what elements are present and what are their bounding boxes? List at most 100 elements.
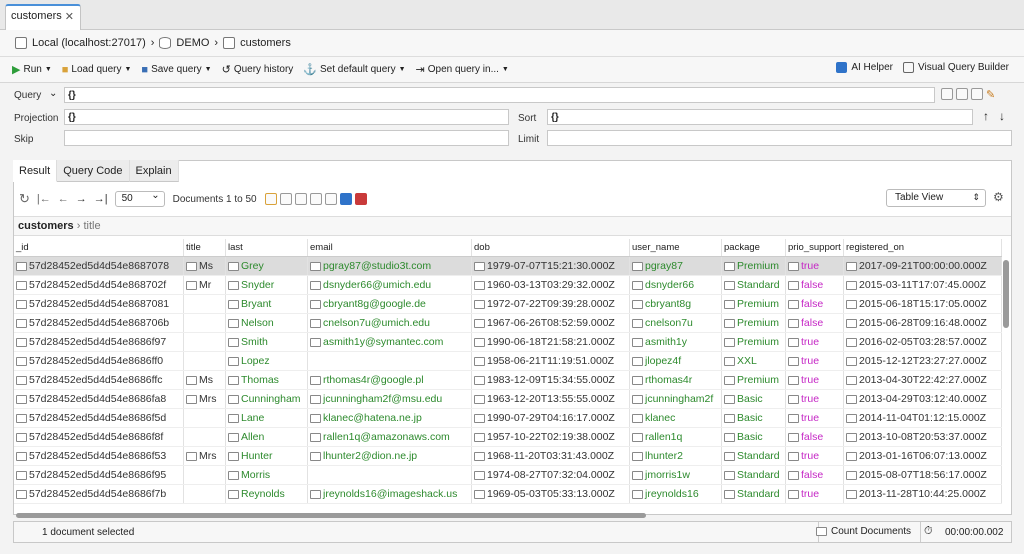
commit-icon[interactable] xyxy=(339,193,352,205)
table-cell-dob[interactable]: 1963-12-20T13:55:55.000Z xyxy=(472,390,630,408)
table-cell-last[interactable]: Cunningham xyxy=(226,390,308,408)
add-document-icon[interactable] xyxy=(279,193,292,205)
table-cell-last[interactable]: Thomas xyxy=(226,371,308,389)
table-cell-id[interactable]: 57d28452ed5d4d54e8686f97 xyxy=(14,333,184,351)
table-cell-priosupport[interactable]: false xyxy=(786,295,844,313)
table-row[interactable]: 57d28452ed5d4d54e8686f5d Lane klanec@haten… xyxy=(14,409,1002,428)
table-cell-id[interactable]: 57d28452ed5d4d54e8686f8f xyxy=(14,428,184,446)
table-cell-dob[interactable]: 1957-10-22T02:19:38.000Z xyxy=(472,428,630,446)
refresh-icon[interactable]: ↻ xyxy=(19,191,30,207)
table-cell-registeredon[interactable]: 2013-10-08T20:53:37.000Z xyxy=(844,428,1002,446)
breadcrumb-connection[interactable]: Local (localhost:27017) xyxy=(32,37,146,49)
table-cell-username[interactable]: cbryant8g xyxy=(630,295,722,313)
table-cell-id[interactable]: 57d28452ed5d4d54e8687081 xyxy=(14,295,184,313)
table-cell-email[interactable]: cnelson7u@umich.edu xyxy=(308,314,472,332)
visual-query-builder-button[interactable]: Visual Query Builder xyxy=(903,62,1009,73)
table-cell-email[interactable]: jcunningham2f@msu.edu xyxy=(308,390,472,408)
first-page-icon[interactable]: |← xyxy=(37,193,51,205)
table-cell-package[interactable]: Premium xyxy=(722,295,786,313)
table-cell-registeredon[interactable]: 2015-12-12T23:27:27.000Z xyxy=(844,352,1002,370)
ai-helper-button[interactable]: AI Helper xyxy=(836,62,893,73)
table-cell-package[interactable]: Premium xyxy=(722,333,786,351)
table-cell-email[interactable]: klanec@hatena.ne.jp xyxy=(308,409,472,427)
table-cell-priosupport[interactable]: true xyxy=(786,390,844,408)
table-cell-username[interactable]: cnelson7u xyxy=(630,314,722,332)
set-default-query-button[interactable]: ⚓ Set default query ▼ xyxy=(303,63,405,76)
sort-input[interactable]: {} xyxy=(547,109,973,125)
table-cell-username[interactable]: rallen1q xyxy=(630,428,722,446)
column-header[interactable]: last xyxy=(226,239,308,256)
table-cell-username[interactable]: dsnyder66 xyxy=(630,276,722,294)
column-header[interactable]: prio_support xyxy=(786,239,844,256)
table-cell-priosupport[interactable]: true xyxy=(786,371,844,389)
table-cell-email[interactable]: rallen1q@amazonaws.com xyxy=(308,428,472,446)
table-cell-email[interactable]: dsnyder66@umich.edu xyxy=(308,276,472,294)
table-cell-title[interactable] xyxy=(184,409,226,427)
table-cell-username[interactable]: jlopez4f xyxy=(630,352,722,370)
query-history-button[interactable]: ↺ Query history xyxy=(222,63,294,76)
settings-icon[interactable] xyxy=(971,88,983,100)
open-query-in-button[interactable]: ⇥ Open query in... ▼ xyxy=(416,63,509,76)
chevron-down-icon[interactable]: ⌄ xyxy=(49,88,57,99)
tab-result[interactable]: Result xyxy=(13,160,58,182)
table-cell-registeredon[interactable]: 2017-09-21T00:00:00.000Z xyxy=(844,257,1002,275)
table-cell-title[interactable] xyxy=(184,314,226,332)
load-query-button[interactable]: ■ Load query ▼ xyxy=(62,64,132,76)
table-cell-priosupport[interactable]: false xyxy=(786,466,844,484)
sort-ascending-icon[interactable]: ↑ xyxy=(983,109,989,123)
table-cell-priosupport[interactable]: false xyxy=(786,276,844,294)
table-cell-priosupport[interactable]: false xyxy=(786,314,844,332)
table-cell-dob[interactable]: 1972-07-22T09:39:28.000Z xyxy=(472,295,630,313)
table-cell-priosupport[interactable]: false xyxy=(786,428,844,446)
table-cell-dob[interactable]: 1979-07-07T15:21:30.000Z xyxy=(472,257,630,275)
table-cell-title[interactable] xyxy=(184,333,226,351)
table-row[interactable]: 57d28452ed5d4d54e8686ff0 Lopez 1958-06-21T… xyxy=(14,352,1002,371)
table-cell-username[interactable]: rthomas4r xyxy=(630,371,722,389)
delete-icon[interactable] xyxy=(354,193,367,205)
table-cell-email[interactable]: jreynolds16@imageshack.us xyxy=(308,485,472,503)
table-cell-last[interactable]: Snyder xyxy=(226,276,308,294)
table-cell-dob[interactable]: 1960-03-13T03:29:32.000Z xyxy=(472,276,630,294)
table-row[interactable]: 57d28452ed5d4d54e8686f97 Smith asmith1y@sy… xyxy=(14,333,1002,352)
table-cell-id[interactable]: 57d28452ed5d4d54e8686f53 xyxy=(14,447,184,465)
skip-input[interactable] xyxy=(64,130,509,146)
table-cell-id[interactable]: 57d28452ed5d4d54e8687078 xyxy=(14,257,184,275)
table-cell-title[interactable]: Mrs xyxy=(184,447,226,465)
table-cell-username[interactable]: jcunningham2f xyxy=(630,390,722,408)
table-cell-registeredon[interactable]: 2014-11-04T01:12:15.000Z xyxy=(844,409,1002,427)
last-page-icon[interactable]: →| xyxy=(94,193,108,205)
table-cell-package[interactable]: Standard xyxy=(722,485,786,503)
column-header[interactable]: user_name xyxy=(630,239,722,256)
limit-input[interactable] xyxy=(547,130,1012,146)
table-cell-id[interactable]: 57d28452ed5d4d54e8686ffc xyxy=(14,371,184,389)
table-cell-last[interactable]: Lane xyxy=(226,409,308,427)
table-cell-title[interactable]: Ms xyxy=(184,371,226,389)
table-cell-email[interactable]: asmith1y@symantec.com xyxy=(308,333,472,351)
table-cell-package[interactable]: Standard xyxy=(722,447,786,465)
count-documents-button[interactable]: Count Documents xyxy=(816,526,911,537)
table-cell-registeredon[interactable]: 2015-06-18T15:17:05.000Z xyxy=(844,295,1002,313)
table-cell-id[interactable]: 57d28452ed5d4d54e8686f5d xyxy=(14,409,184,427)
close-icon[interactable]: ✕ xyxy=(65,10,74,23)
table-row[interactable]: 57d28452ed5d4d54e8686f8f Allen rallen1q@am… xyxy=(14,428,1002,447)
edit-document-icon[interactable] xyxy=(309,193,322,205)
table-cell-last[interactable]: Lopez xyxy=(226,352,308,370)
table-cell-last[interactable]: Nelson xyxy=(226,314,308,332)
table-cell-package[interactable]: Standard xyxy=(722,276,786,294)
table-cell-registeredon[interactable]: 2015-08-07T18:56:17.000Z xyxy=(844,466,1002,484)
path-field[interactable]: title xyxy=(83,220,100,232)
table-cell-package[interactable]: Premium xyxy=(722,257,786,275)
table-cell-last[interactable]: Morris xyxy=(226,466,308,484)
gear-icon[interactable]: ⚙ xyxy=(993,190,1004,204)
table-row[interactable]: 57d28452ed5d4d54e8686ffc Ms Thomas rthomas4… xyxy=(14,371,1002,390)
table-cell-title[interactable]: Ms xyxy=(184,257,226,275)
table-cell-last[interactable]: Smith xyxy=(226,333,308,351)
sort-descending-icon[interactable]: ↓ xyxy=(999,109,1005,123)
table-cell-registeredon[interactable]: 2013-11-28T10:44:25.000Z xyxy=(844,485,1002,503)
path-collection[interactable]: customers xyxy=(18,220,74,232)
table-cell-id[interactable]: 57d28452ed5d4d54e868702f xyxy=(14,276,184,294)
query-input[interactable]: {} xyxy=(64,87,935,103)
table-cell-title[interactable] xyxy=(184,485,226,503)
column-header[interactable]: registered_on xyxy=(844,239,1002,256)
filter-icon[interactable] xyxy=(956,88,968,100)
